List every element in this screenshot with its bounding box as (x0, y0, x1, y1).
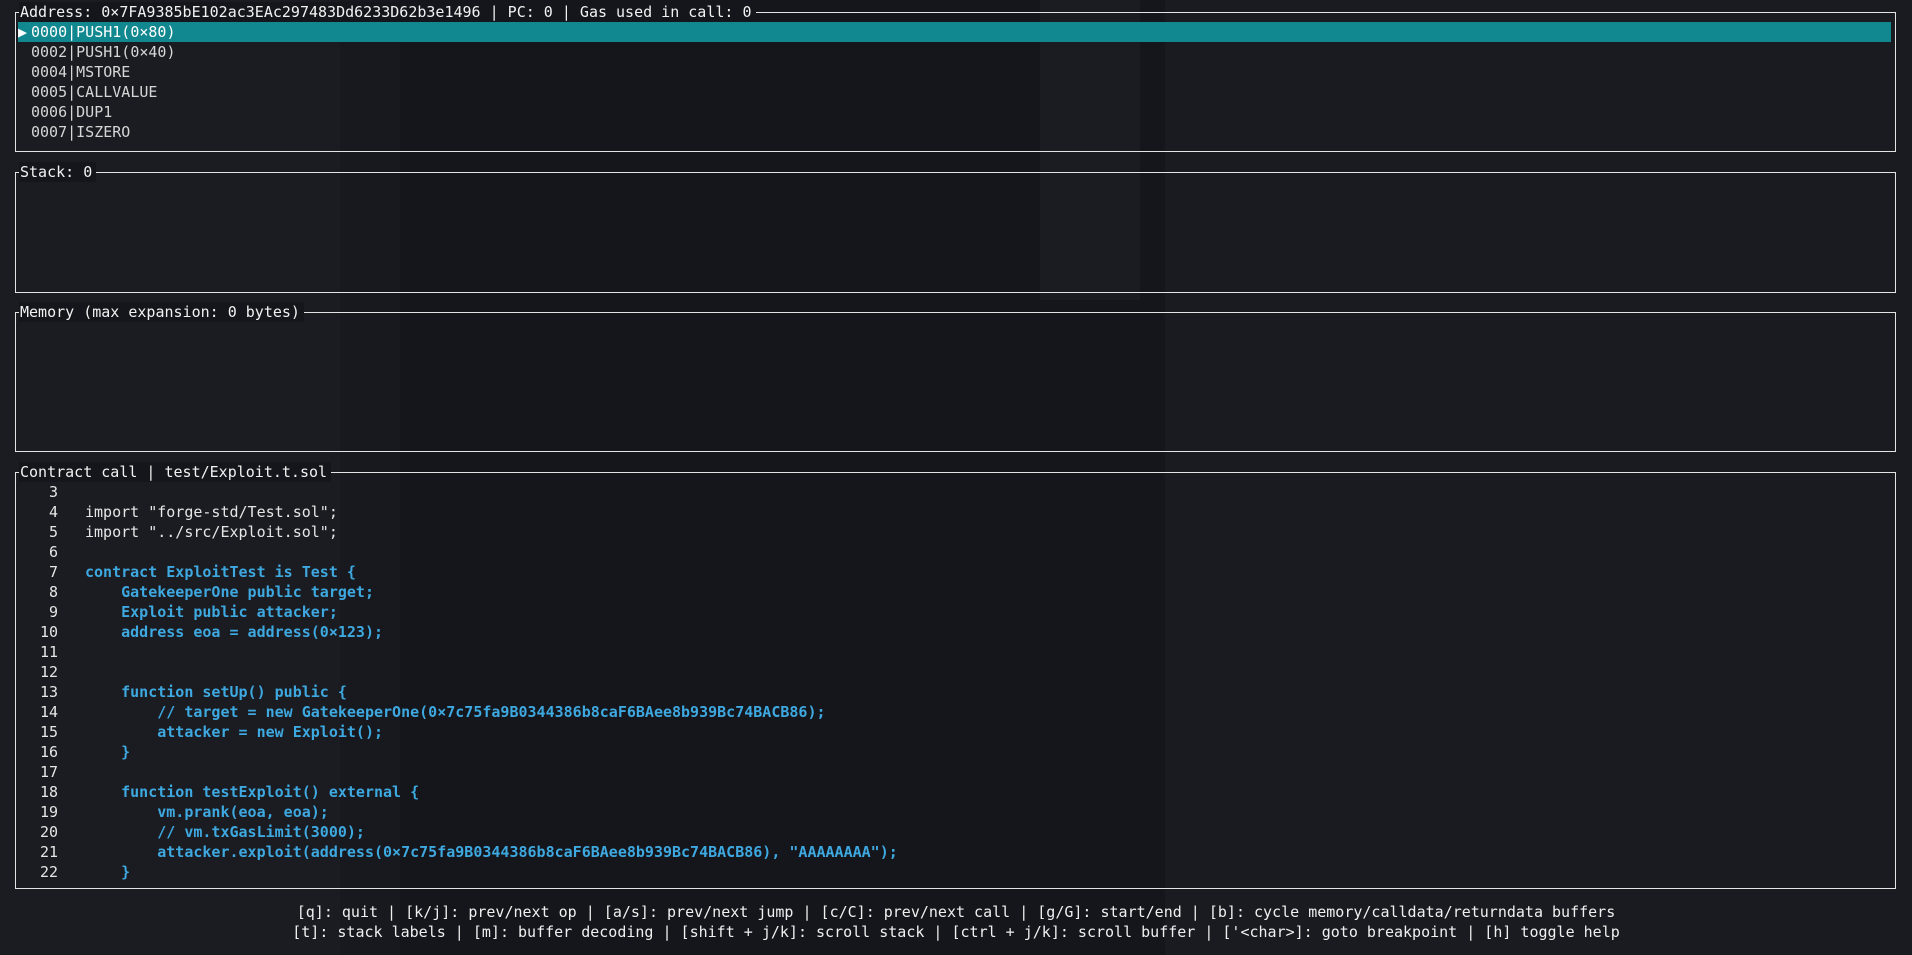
source-panel-title: Contract call | test/Exploit.t.sol (19, 462, 332, 482)
source-line: 13 function setUp() public { (16, 682, 1895, 702)
opcode-text: 0002|PUSH1(0×40) (31, 43, 176, 61)
memory-panel-title: Memory (max expansion: 0 bytes) (19, 302, 304, 322)
source-line: 12 (16, 662, 1895, 682)
line-code: } (85, 863, 131, 881)
line-code: address eoa = address(0×123); (85, 623, 384, 641)
source-line: 16 } (16, 742, 1895, 762)
memory-panel[interactable]: Memory (max expansion: 0 bytes) (15, 302, 1896, 452)
opcode-row-selected[interactable]: ▶ 0000|PUSH1(0×80) (18, 22, 1891, 42)
line-code: // vm.txGasLimit(3000); (85, 823, 365, 841)
source-line: 17 (16, 762, 1895, 782)
line-code: contract ExploitTest is Test { (85, 563, 356, 581)
line-code: // target = new GatekeeperOne(0×7c75fa9B… (85, 703, 826, 721)
line-number: 11 (39, 643, 58, 661)
opcode-text: 0005|CALLVALUE (31, 83, 158, 101)
line-code: function setUp() public { (85, 683, 347, 701)
line-number: 5 (48, 523, 58, 541)
line-number: 9 (48, 603, 58, 621)
line-number: 14 (39, 703, 58, 721)
line-number: 10 (39, 623, 58, 641)
help-line-1: [q]: quit | [k/j]: prev/next op | [a/s]:… (296, 903, 1616, 921)
source-line: 21 attacker.exploit(address(0×7c75fa9B03… (16, 842, 1895, 862)
source-line: 10 address eoa = address(0×123); (16, 622, 1895, 642)
line-number: 22 (39, 863, 58, 881)
opcode-text: 0004|MSTORE (31, 63, 131, 81)
stack-panel-title: Stack: 0 (19, 162, 97, 182)
line-number: 4 (48, 503, 58, 521)
source-code: 3 4 import "forge-std/Test.sol"; 5 import ".… (16, 482, 1895, 882)
line-number: 7 (48, 563, 58, 581)
cursor-marker-icon: ▶ (18, 23, 28, 41)
line-number: 18 (39, 783, 58, 801)
source-line: 5 import "../src/Exploit.sol"; (16, 522, 1895, 542)
source-panel[interactable]: Contract call | test/Exploit.t.sol 3 4 imp… (15, 462, 1896, 889)
source-line: 19 vm.prank(eoa, eoa); (16, 802, 1895, 822)
opcode-row[interactable]: 0002|PUSH1(0×40) (18, 42, 1891, 62)
source-line: 15 attacker = new Exploit(); (16, 722, 1895, 742)
opcode-row[interactable]: 0006|DUP1 (18, 102, 1891, 122)
source-line: 22 } (16, 862, 1895, 882)
opcode-row[interactable]: 0004|MSTORE (18, 62, 1891, 82)
line-code: import "../src/Exploit.sol"; (85, 523, 338, 541)
opcode-text: 0000|PUSH1(0×80) (31, 23, 176, 41)
opcode-text: 0006|DUP1 (31, 103, 113, 121)
line-number: 19 (39, 803, 58, 821)
source-line: 18 function testExploit() external { (16, 782, 1895, 802)
line-number: 17 (39, 763, 58, 781)
source-line: 4 import "forge-std/Test.sol"; (16, 502, 1895, 522)
line-number: 21 (39, 843, 58, 861)
line-number: 8 (48, 583, 58, 601)
opcode-row[interactable]: 0005|CALLVALUE (18, 82, 1891, 102)
opcode-text: 0007|ISZERO (31, 123, 131, 141)
line-number: 16 (39, 743, 58, 761)
line-number: 3 (48, 483, 58, 501)
line-code: function testExploit() external { (85, 783, 420, 801)
source-line: 3 (16, 482, 1895, 502)
opcode-panel: Address: 0×7FA9385bE102ac3EAc297483Dd623… (15, 2, 1896, 152)
line-number: 15 (39, 723, 58, 741)
source-line: 8 GatekeeperOne public target; (16, 582, 1895, 602)
line-code: import "forge-std/Test.sol"; (85, 503, 338, 521)
source-line: 9 Exploit public attacker; (16, 602, 1895, 622)
source-line: 6 (16, 542, 1895, 562)
opcode-row[interactable]: 0007|ISZERO (18, 122, 1891, 142)
source-line: 20 // vm.txGasLimit(3000); (16, 822, 1895, 842)
line-code: attacker.exploit(address(0×7c75fa9B03443… (85, 843, 898, 861)
opcode-list[interactable]: ▶ 0000|PUSH1(0×80) 0002|PUSH1(0×40) 0004|MS… (18, 22, 1891, 142)
help-line-2: [t]: stack labels | [m]: buffer decoding… (292, 923, 1620, 941)
line-number: 6 (48, 543, 58, 561)
line-number: 13 (39, 683, 58, 701)
source-line: 11 (16, 642, 1895, 662)
line-code: Exploit public attacker; (85, 603, 338, 621)
opcode-panel-title: Address: 0×7FA9385bE102ac3EAc297483Dd623… (19, 2, 756, 22)
line-number: 12 (39, 663, 58, 681)
stack-panel[interactable]: Stack: 0 (15, 162, 1896, 293)
line-code: vm.prank(eoa, eoa); (85, 803, 329, 821)
line-code: } (85, 743, 131, 761)
line-code: GatekeeperOne public target; (85, 583, 374, 601)
source-line: 7 contract ExploitTest is Test { (16, 562, 1895, 582)
source-line: 14 // target = new GatekeeperOne(0×7c75f… (16, 702, 1895, 722)
line-code: attacker = new Exploit(); (85, 723, 384, 741)
line-number: 20 (39, 823, 58, 841)
